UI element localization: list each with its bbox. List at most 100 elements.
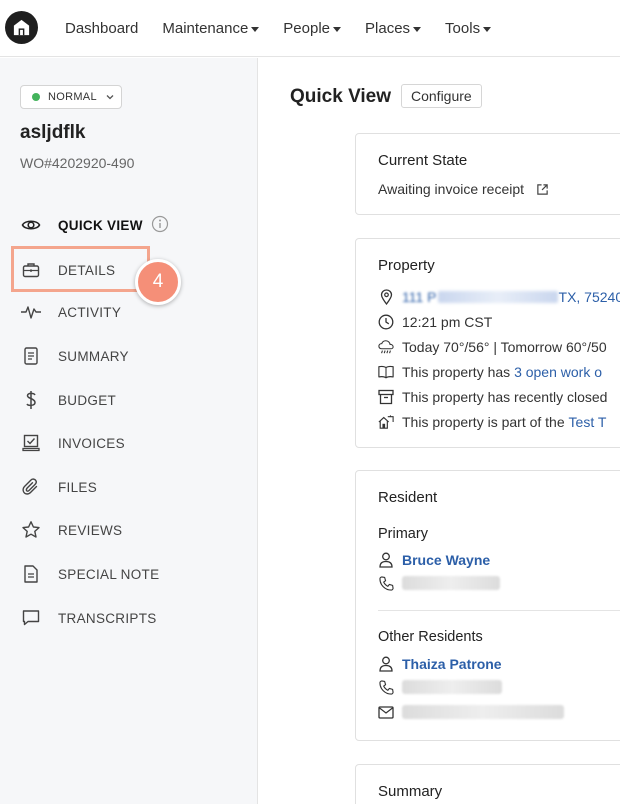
status-dot: [32, 93, 40, 101]
portfolio-link[interactable]: Test T: [569, 414, 607, 430]
primary-resident-phone-row: [378, 575, 500, 591]
property-recently-closed-row: This property has recently closed: [378, 389, 607, 405]
home-group-icon: [378, 414, 394, 430]
nav-maintenance-label: Maintenance: [162, 20, 249, 37]
clock-icon: [378, 314, 394, 330]
primary-resident-label: Primary: [378, 526, 428, 542]
sidebar: NORMAL asljdflk WO#4202920-490 QUICK VIE…: [0, 58, 258, 804]
card-title: Summary: [378, 783, 443, 800]
nav-places[interactable]: Places: [365, 20, 422, 37]
resident-card: Resident Primary Bruce Wayne Other Resid…: [355, 470, 620, 741]
resident-divider: [378, 610, 620, 611]
paperclip-icon: [20, 476, 42, 498]
work-order-title: asljdflk: [20, 122, 86, 143]
sidebar-item-transcripts[interactable]: TRANSCRIPTS: [20, 606, 157, 630]
eye-icon: [20, 214, 42, 236]
tutorial-highlight: [11, 246, 150, 292]
main-content: Quick View Configure Current State Await…: [259, 58, 620, 804]
other-resident-email-row: [378, 704, 564, 720]
property-address-start: 111 P: [402, 289, 437, 305]
work-orders-text: This property has: [402, 364, 511, 380]
top-nav: Dashboard Maintenance People Places Tool…: [0, 0, 620, 57]
current-state-card: Current State Awaiting invoice receipt: [355, 133, 620, 215]
property-card: Property 111 P TX, 75240 12:21 pm CST To…: [355, 238, 620, 448]
current-state-row: Awaiting invoice receipt: [378, 181, 558, 197]
card-title: Property: [378, 257, 435, 274]
invoice-icon: [20, 432, 42, 454]
property-time-row: 12:21 pm CST: [378, 314, 492, 330]
sidebar-item-label: INVOICES: [58, 435, 125, 451]
document-icon: [20, 345, 42, 367]
other-resident-row: Thaiza Patrone: [378, 656, 502, 672]
configure-button[interactable]: Configure: [401, 84, 482, 108]
sidebar-item-label: SPECIAL NOTE: [58, 566, 160, 582]
sidebar-item-budget[interactable]: BUDGET: [20, 388, 116, 412]
sidebar-item-reviews[interactable]: REVIEWS: [20, 518, 122, 542]
status-dropdown[interactable]: NORMAL: [20, 85, 122, 109]
property-weather: Today 70°/56° | Tomorrow 60°/50: [402, 339, 607, 355]
nav-people-label: People: [283, 20, 331, 37]
card-title: Current State: [378, 152, 468, 169]
redacted-email: [402, 705, 564, 719]
property-work-orders-row: This property has 3 open work o: [378, 364, 602, 380]
star-icon: [20, 519, 42, 541]
sidebar-item-label: REVIEWS: [58, 522, 123, 538]
redacted-address: [437, 291, 558, 303]
chevron-down-icon: [106, 95, 114, 100]
cloud-rain-icon: [378, 339, 394, 355]
property-part-of-row: This property is part of the Test T: [378, 414, 606, 430]
nav-dashboard-label: Dashboard: [65, 20, 139, 37]
caret-down-icon: [333, 26, 342, 32]
mail-icon: [378, 704, 394, 720]
primary-resident-row: Bruce Wayne: [378, 552, 490, 568]
phone-icon: [378, 575, 394, 591]
user-icon: [378, 656, 394, 672]
nav-dashboard[interactable]: Dashboard: [65, 20, 138, 37]
user-icon: [378, 552, 394, 568]
nav-tools[interactable]: Tools: [445, 20, 492, 37]
card-title: Resident: [378, 489, 438, 506]
note-icon: [20, 563, 42, 585]
dollar-icon: [20, 389, 42, 411]
sidebar-item-special-note[interactable]: SPECIAL NOTE: [20, 562, 159, 586]
other-resident-name[interactable]: Thaiza Patrone: [402, 656, 502, 672]
other-resident-phone-row: [378, 679, 502, 695]
other-residents-label: Other Residents: [378, 629, 483, 645]
property-weather-row: Today 70°/56° | Tomorrow 60°/50: [378, 339, 607, 355]
nav-maintenance[interactable]: Maintenance: [162, 20, 260, 37]
caret-down-icon: [483, 26, 492, 32]
nav-places-label: Places: [365, 20, 411, 37]
info-icon[interactable]: [151, 215, 169, 236]
sidebar-item-label: SUMMARY: [58, 348, 129, 364]
activity-icon: [20, 301, 42, 323]
primary-resident-name[interactable]: Bruce Wayne: [402, 552, 490, 568]
sidebar-item-quick-view[interactable]: QUICK VIEW: [20, 213, 169, 237]
sidebar-item-label: TRANSCRIPTS: [58, 610, 157, 626]
sidebar-item-label: BUDGET: [58, 392, 117, 408]
home-logo-icon[interactable]: [5, 11, 38, 44]
sidebar-item-files[interactable]: FILES: [20, 475, 97, 499]
work-order-number: WO#4202920-490: [20, 155, 135, 171]
book-open-icon: [378, 364, 394, 380]
sidebar-item-summary[interactable]: SUMMARY: [20, 344, 129, 368]
caret-down-icon: [251, 26, 260, 32]
sidebar-item-label: FILES: [58, 479, 98, 495]
sidebar-item-label: ACTIVITY: [58, 304, 122, 320]
caret-down-icon: [413, 26, 422, 32]
open-work-orders-link[interactable]: 3 open work o: [514, 364, 602, 380]
phone-icon: [378, 679, 394, 695]
status-label: NORMAL: [48, 91, 97, 103]
property-address-row[interactable]: 111 P TX, 75240: [378, 289, 620, 305]
chat-icon: [20, 607, 42, 629]
property-time: 12:21 pm CST: [402, 314, 493, 330]
nav-tools-label: Tools: [445, 20, 481, 37]
sidebar-item-invoices[interactable]: INVOICES: [20, 431, 125, 455]
summary-card: Summary: [355, 764, 620, 804]
current-state-value: Awaiting invoice receipt: [378, 181, 525, 197]
sidebar-item-activity[interactable]: ACTIVITY: [20, 300, 121, 324]
external-link-icon[interactable]: [534, 181, 550, 197]
page-title: Quick View: [290, 86, 392, 107]
nav-people[interactable]: People: [283, 20, 342, 37]
property-address-end: TX, 75240: [558, 289, 620, 305]
sidebar-item-label: QUICK VIEW: [58, 217, 143, 233]
